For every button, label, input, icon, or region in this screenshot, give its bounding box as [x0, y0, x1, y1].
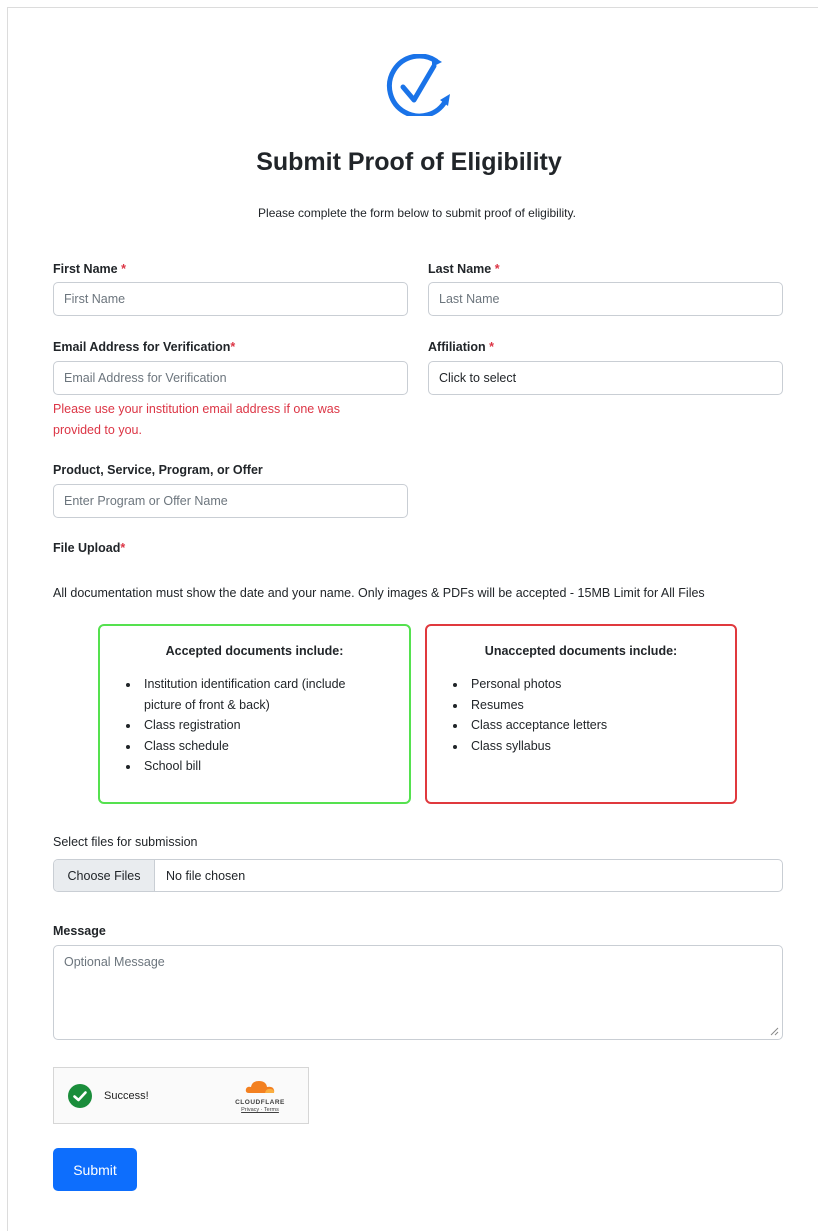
- email-placeholder: Email Address for Verification: [64, 371, 227, 385]
- file-input[interactable]: Choose Files No file chosen: [53, 859, 783, 892]
- page-frame: [7, 7, 818, 1231]
- captcha-links[interactable]: Privacy · Terms: [224, 1107, 296, 1113]
- check-circle-icon: [386, 54, 450, 116]
- affiliation-label: Affiliation *: [428, 340, 494, 354]
- unaccepted-documents-title: Unaccepted documents include:: [484, 644, 678, 658]
- check-circle-icon: [68, 1083, 92, 1108]
- unaccepted-documents-list: Personal photos Resumes Class acceptance…: [427, 674, 735, 756]
- list-item: Class acceptance letters: [467, 715, 735, 736]
- captcha-widget[interactable]: Success! CLOUDFLARE Privacy · Terms: [53, 1067, 309, 1124]
- message-textarea[interactable]: Optional Message: [53, 945, 783, 1040]
- choose-files-button[interactable]: Choose Files: [54, 860, 155, 891]
- cloudflare-brand: CLOUDFLARE: [235, 1099, 285, 1106]
- program-input[interactable]: Enter Program or Offer Name: [53, 484, 408, 518]
- list-item: School bill: [140, 756, 409, 777]
- cloud-icon: [245, 1081, 275, 1093]
- list-item: Class syllabus: [467, 736, 735, 757]
- affiliation-value: Click to select: [439, 371, 517, 385]
- accepted-documents-title: Accepted documents include:: [165, 644, 344, 658]
- list-item: Institution identification card (include…: [140, 674, 409, 715]
- list-item: Resumes: [467, 695, 735, 716]
- no-file-text: No file chosen: [166, 868, 246, 883]
- message-placeholder: Optional Message: [64, 955, 165, 969]
- list-item: Personal photos: [467, 674, 735, 695]
- last-name-placeholder: Last Name: [439, 292, 500, 306]
- affiliation-select[interactable]: Click to select: [428, 361, 783, 395]
- last-name-input[interactable]: Last Name: [428, 282, 783, 316]
- accepted-documents-list: Institution identification card (include…: [100, 674, 409, 777]
- captcha-status: Success!: [104, 1089, 149, 1102]
- program-label: Product, Service, Program, or Offer: [53, 463, 263, 477]
- file-upload-label: File Upload*: [53, 541, 126, 555]
- email-hint: Please use your institution email addres…: [53, 402, 340, 437]
- select-files-label: Select files for submission: [53, 835, 198, 849]
- cloudflare-logo: CLOUDFLARE Privacy · Terms: [224, 1078, 296, 1113]
- last-name-label: Last Name *: [428, 262, 500, 276]
- first-name-placeholder: First Name: [64, 292, 126, 306]
- resize-handle-icon[interactable]: [769, 1026, 779, 1036]
- list-item: Class registration: [140, 715, 409, 736]
- submit-button[interactable]: Submit: [53, 1148, 137, 1191]
- program-placeholder: Enter Program or Offer Name: [64, 494, 228, 508]
- email-input[interactable]: Email Address for Verification: [53, 361, 408, 395]
- page-subtitle: Please complete the form below to submit…: [258, 206, 576, 220]
- message-label: Message: [53, 924, 106, 938]
- unaccepted-documents-box: Unaccepted documents include: Personal p…: [425, 624, 737, 804]
- first-name-label: First Name *: [53, 262, 126, 276]
- first-name-input[interactable]: First Name: [53, 282, 408, 316]
- list-item: Class schedule: [140, 736, 409, 757]
- page-title: Submit Proof of Eligibility: [256, 148, 562, 176]
- file-upload-instructions: All documentation must show the date and…: [53, 586, 705, 600]
- email-label: Email Address for Verification*: [53, 340, 236, 354]
- accepted-documents-box: Accepted documents include: Institution …: [98, 624, 411, 804]
